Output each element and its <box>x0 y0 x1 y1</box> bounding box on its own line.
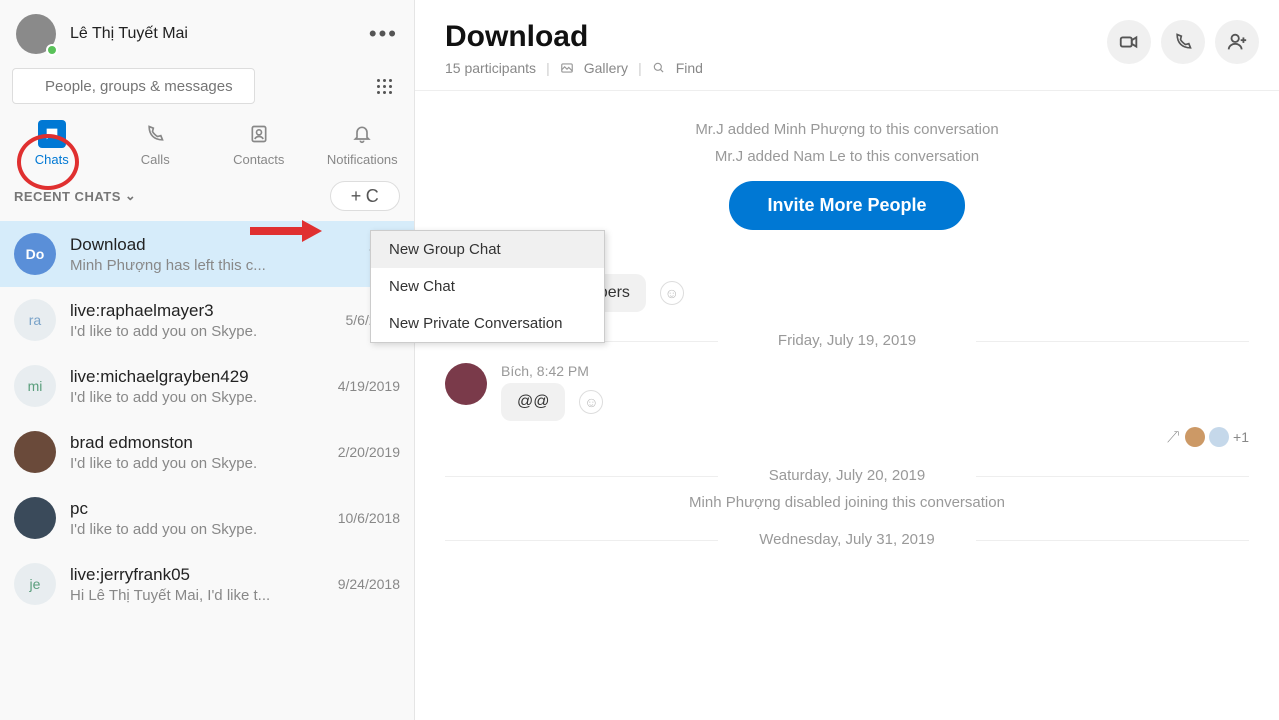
gallery-icon <box>560 61 574 75</box>
reactions-count: +1 <box>1233 429 1249 445</box>
chat-item-name: live:jerryfrank05 <box>70 565 324 585</box>
add-reaction-button[interactable]: ☺ <box>660 281 684 305</box>
chat-item[interactable]: pc I'd like to add you on Skype. 10/6/2018 <box>0 485 414 551</box>
add-people-button[interactable] <box>1215 20 1259 64</box>
dialpad-button[interactable] <box>366 68 402 104</box>
add-person-icon <box>1226 31 1248 53</box>
chat-item-date: 2/20/2019 <box>338 444 400 460</box>
chat-item-preview: I'd like to add you on Skype. <box>70 455 324 472</box>
chat-item-date: 9/24/2018 <box>338 576 400 592</box>
chat-avatar: Do <box>14 233 56 275</box>
chat-item-date: 4/19/2019 <box>338 378 400 394</box>
chat-list: Do Download Minh Phượng has left this c...… <box>0 221 414 720</box>
invite-more-people-button[interactable]: Invite More People <box>729 181 964 230</box>
nav-tabs: Chats Calls Contacts Notifications <box>0 114 414 181</box>
chat-item-name: Download <box>70 235 355 255</box>
video-call-button[interactable] <box>1107 20 1151 64</box>
profile-row: Lê Thị Tuyết Mai ••• <box>0 0 414 68</box>
tab-chats[interactable]: Chats <box>0 120 104 167</box>
contacts-icon <box>249 124 269 144</box>
menu-new-group-chat[interactable]: New Group Chat <box>371 231 604 268</box>
add-reaction-button[interactable]: ☺ <box>579 390 603 414</box>
chat-item[interactable]: mi live:michaelgrayben429 I'd like to add … <box>0 353 414 419</box>
dialpad-icon <box>377 79 392 94</box>
chat-item[interactable]: brad edmonston I'd like to add you on Sky… <box>0 419 414 485</box>
chat-item-name: live:raphaelmayer3 <box>70 301 332 321</box>
conversation-title[interactable]: Download <box>445 20 1107 54</box>
phone-icon <box>1173 32 1193 52</box>
participants-count[interactable]: 15 participants <box>445 60 536 76</box>
conversation-body: Mr.J added Minh Phượng to this conversat… <box>415 91 1279 720</box>
chat-avatar: ra <box>14 299 56 341</box>
chat-item-name: live:michaelgrayben429 <box>70 367 324 387</box>
search-input[interactable] <box>12 68 255 104</box>
system-message: Mr.J added Nam Le to this conversation <box>445 148 1249 165</box>
chat-item-name: brad edmonston <box>70 433 324 453</box>
plus-icon: + <box>351 186 362 207</box>
bell-icon <box>352 124 372 144</box>
reactions-bar[interactable]: +1 <box>501 427 1249 447</box>
status-online-icon <box>46 44 58 56</box>
chat-item[interactable]: Do Download Minh Phượng has left this c...… <box>0 221 414 287</box>
user-name[interactable]: Lê Thị Tuyết Mai <box>70 25 188 43</box>
date-divider: Saturday, July 20, 2019 <box>445 467 1249 484</box>
sender-avatar[interactable] <box>445 363 487 405</box>
system-message: Minh Phượng disabled joining this conver… <box>445 494 1249 511</box>
main-panel: Download 15 participants | Gallery | Fin… <box>415 0 1279 720</box>
menu-new-chat[interactable]: New Chat <box>371 268 604 305</box>
chat-avatar: je <box>14 563 56 605</box>
user-avatar[interactable] <box>16 14 56 54</box>
more-button[interactable]: ••• <box>369 21 398 47</box>
tab-contacts[interactable]: Contacts <box>207 120 311 167</box>
conversation-header: Download 15 participants | Gallery | Fin… <box>415 0 1279 91</box>
system-message: Mr.J added Minh Phượng to this conversat… <box>445 121 1249 138</box>
find-link[interactable]: Find <box>676 60 703 76</box>
message-meta: Bích, 8:42 PM <box>501 363 1249 379</box>
chat-item-name: pc <box>70 499 324 519</box>
chat-avatar: mi <box>14 365 56 407</box>
chat-avatar <box>14 497 56 539</box>
chat-avatar <box>14 431 56 473</box>
new-chat-menu: New Group Chat New Chat New Private Conv… <box>370 230 605 343</box>
chat-item-preview: I'd like to add you on Skype. <box>70 323 332 340</box>
message-meta: Mr.J, 2:46 PM <box>501 254 1249 270</box>
chat-item-preview: Hi Lê Thị Tuyết Mai, I'd like t... <box>70 587 324 604</box>
recent-chats-header[interactable]: RECENT CHATS ⌄ +C <box>0 181 414 221</box>
chevron-down-icon: ⌄ <box>125 188 136 204</box>
tab-notifications[interactable]: Notifications <box>311 120 415 167</box>
menu-new-private-conversation[interactable]: New Private Conversation <box>371 305 604 342</box>
reaction-icon <box>1165 429 1181 445</box>
gallery-link[interactable]: Gallery <box>584 60 628 76</box>
chat-icon <box>44 126 60 142</box>
date-divider: Wednesday, July 31, 2019 <box>445 531 1249 548</box>
chat-item-preview: Minh Phượng has left this c... <box>70 257 355 274</box>
reaction-avatar-icon <box>1209 427 1229 447</box>
chat-item-preview: I'd like to add you on Skype. <box>70 521 324 538</box>
message-bubble[interactable]: @@ <box>501 383 565 421</box>
audio-call-button[interactable] <box>1161 20 1205 64</box>
new-chat-button[interactable]: +C <box>330 181 400 211</box>
search-row <box>0 68 414 114</box>
chat-item[interactable]: ra live:raphaelmayer3 I'd like to add you … <box>0 287 414 353</box>
video-icon <box>1118 31 1140 53</box>
chat-item-date: 10/6/2018 <box>338 510 400 526</box>
tab-calls[interactable]: Calls <box>104 120 208 167</box>
reaction-avatar-icon <box>1185 427 1205 447</box>
message-row: Bích, 8:42 PM @@ ☺ +1 <box>445 363 1249 447</box>
chat-item[interactable]: je live:jerryfrank05 Hi Lê Thị Tuyết Mai, … <box>0 551 414 617</box>
phone-icon <box>145 124 165 144</box>
search-icon <box>652 61 666 75</box>
sidebar: Lê Thị Tuyết Mai ••• Chats Calls Contact… <box>0 0 415 720</box>
chat-item-preview: I'd like to add you on Skype. <box>70 389 324 406</box>
